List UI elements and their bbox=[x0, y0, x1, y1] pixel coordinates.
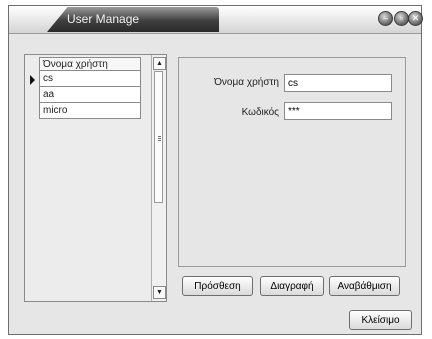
maximize-icon[interactable]: ▫ bbox=[394, 11, 409, 26]
scroll-up-icon[interactable]: ▲ bbox=[153, 57, 166, 70]
table-row[interactable]: aa bbox=[39, 87, 141, 103]
username-label: Όνομα χρήστη bbox=[214, 77, 279, 88]
update-button[interactable]: Αναβάθμιση bbox=[329, 276, 400, 296]
delete-button[interactable]: Διαγραφή bbox=[260, 276, 324, 296]
add-button[interactable]: Πρόσθεση bbox=[182, 276, 253, 296]
vertical-scrollbar[interactable]: ▲ ▼ bbox=[151, 55, 166, 301]
close-button[interactable]: Κλείσιμο bbox=[349, 310, 412, 330]
column-header-username[interactable]: Όνομα χρήστη bbox=[39, 57, 141, 71]
table-row[interactable]: cs bbox=[39, 71, 141, 87]
window-title: User Manage bbox=[67, 12, 140, 26]
password-field[interactable] bbox=[284, 102, 392, 120]
scroll-down-icon[interactable]: ▼ bbox=[153, 286, 166, 299]
title-bar[interactable]: User Manage – ▫ ✕ bbox=[9, 6, 423, 34]
close-icon[interactable]: ✕ bbox=[408, 11, 423, 26]
user-list-grid[interactable]: Όνομα χρήστη cs aa micro ▲ ▼ bbox=[24, 54, 167, 302]
grip-icon bbox=[158, 136, 161, 137]
table-row[interactable]: micro bbox=[39, 103, 141, 119]
password-label: Κωδικός bbox=[241, 107, 279, 118]
user-manage-window: User Manage – ▫ ✕ Όνομα χρήστη cs aa mic… bbox=[8, 5, 423, 335]
scroll-thumb[interactable] bbox=[154, 71, 163, 203]
current-row-indicator-icon bbox=[27, 72, 37, 87]
minimize-icon[interactable]: – bbox=[378, 11, 393, 26]
username-field[interactable] bbox=[284, 74, 392, 92]
